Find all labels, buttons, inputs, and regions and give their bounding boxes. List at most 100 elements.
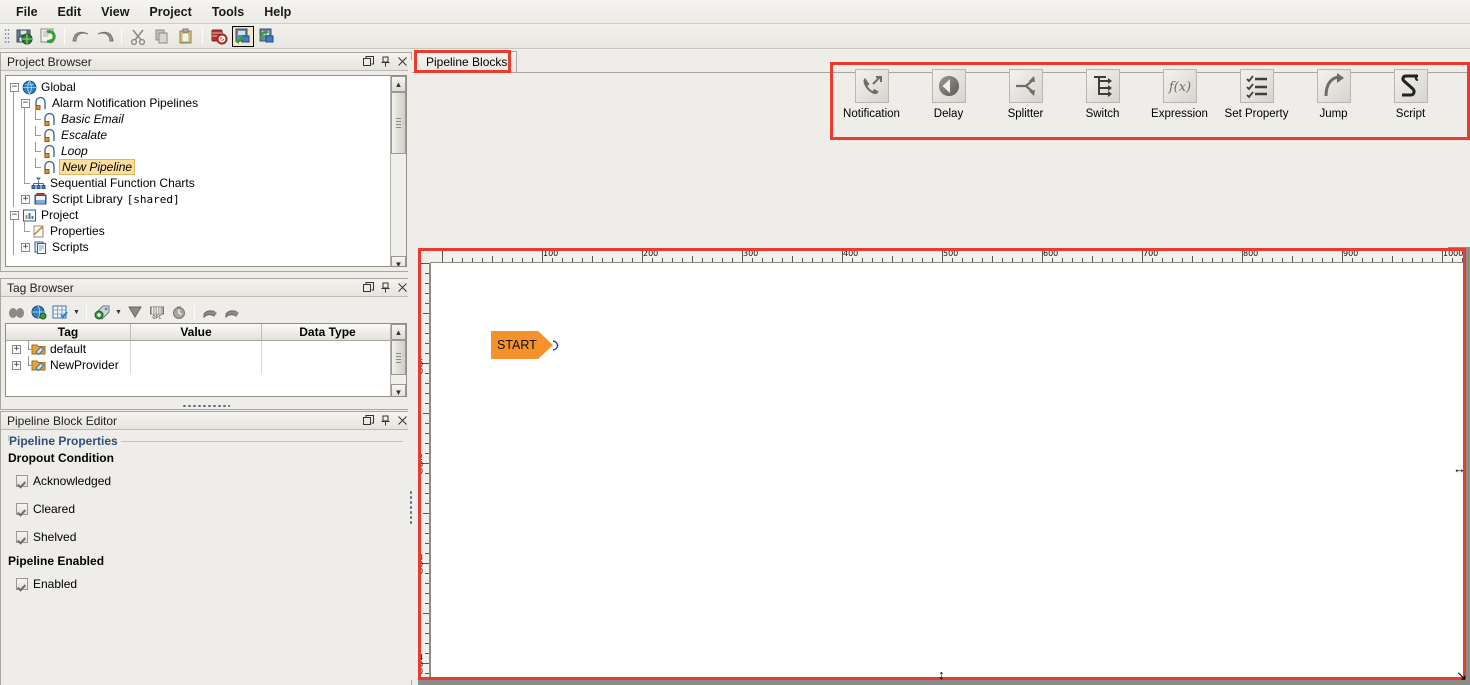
checkbox-row-enabled[interactable]: Enabled: [16, 577, 77, 591]
save-icon[interactable]: [13, 26, 35, 47]
dock-splitter[interactable]: [408, 60, 414, 680]
dropdown-caret-2-icon[interactable]: ▼: [113, 302, 124, 322]
ruler-tick: [1452, 258, 1453, 262]
new-expression-tag-icon[interactable]: [168, 302, 190, 322]
project-browser-tree-area[interactable]: − Global − Alarm Notification Pipelines: [5, 75, 407, 267]
canvas-board[interactable]: START: [430, 263, 1465, 680]
diagram-block-start[interactable]: START: [491, 331, 561, 359]
corner-resize-handle[interactable]: ↘: [1456, 669, 1467, 682]
menu-item-project[interactable]: Project: [139, 2, 201, 22]
publish-gateway-icon[interactable]: [232, 26, 254, 47]
scroll-down-arrow-icon[interactable]: ▼: [391, 256, 406, 267]
tag-provider-icon[interactable]: [27, 302, 49, 322]
tree-item-properties[interactable]: Properties: [8, 223, 406, 239]
scroll-down-arrow-icon[interactable]: ▼: [391, 384, 406, 397]
dropdown-caret-1-icon[interactable]: ▼: [71, 302, 82, 322]
pin-icon[interactable]: [377, 54, 394, 70]
tree-item-escalate[interactable]: Escalate: [8, 127, 406, 143]
start-block-shape[interactable]: START: [491, 331, 553, 359]
scroll-up-arrow-icon[interactable]: ▲: [391, 324, 406, 340]
pin-icon[interactable]: [377, 280, 394, 296]
cut-icon[interactable]: [127, 26, 149, 47]
column-header-value[interactable]: Value: [131, 324, 262, 340]
project-browser-scrollbar[interactable]: ▲ ▼: [390, 76, 406, 266]
palette-item-notification[interactable]: Notification: [833, 65, 910, 133]
tree-item-global[interactable]: − Global: [8, 79, 406, 95]
column-header-data-type[interactable]: Data Type: [262, 324, 393, 340]
checkbox-shelved[interactable]: [16, 531, 28, 543]
palette-item-splitter[interactable]: Splitter: [987, 65, 1064, 133]
palette-item-switch[interactable]: Switch: [1064, 65, 1141, 133]
redo-icon[interactable]: [94, 26, 116, 47]
tree-item-script-library[interactable]: + Script Library [shared]: [8, 191, 406, 207]
column-header-tag[interactable]: Tag: [6, 324, 131, 340]
menu-item-file[interactable]: File: [6, 2, 48, 22]
palette-item-delay[interactable]: Delay: [910, 65, 987, 133]
pin-icon[interactable]: [377, 413, 394, 429]
tree-item-scripts[interactable]: + Scripts: [8, 239, 406, 255]
menu-item-view[interactable]: View: [91, 2, 139, 22]
checkbox-acknowledged[interactable]: [16, 475, 28, 487]
float-icon[interactable]: [360, 280, 377, 296]
expander-alarm-notification-pipelines[interactable]: −: [19, 97, 32, 110]
checkbox-row-acknowledged[interactable]: Acknowledged: [16, 474, 111, 488]
checkbox-cleared[interactable]: [16, 503, 28, 515]
tree-item-loop[interactable]: Loop: [8, 143, 406, 159]
vertical-resize-handle[interactable]: ↕: [938, 668, 945, 681]
splitter-grip[interactable]: [409, 490, 413, 524]
palette-item-set-property[interactable]: Set Property: [1218, 65, 1295, 133]
table-row[interactable]: + default: [6, 341, 406, 357]
menu-item-edit[interactable]: Edit: [48, 2, 92, 22]
horizontal-resize-handle[interactable]: ↔: [1453, 462, 1466, 475]
tree-item-basic-email[interactable]: Basic Email: [8, 111, 406, 127]
pipeline-block-editor-panel: Pipeline Block Editor Pipeline Propertie…: [0, 411, 412, 685]
tag-browser-scrollbar[interactable]: ▲ ▼: [390, 324, 406, 396]
export-tags-icon[interactable]: [221, 302, 243, 322]
scroll-up-arrow-icon[interactable]: ▲: [391, 76, 406, 92]
float-icon[interactable]: [360, 54, 377, 70]
panel-resize-grip[interactable]: [182, 404, 230, 408]
expander-script-library[interactable]: +: [19, 193, 32, 206]
new-memory-tag-icon[interactable]: [124, 302, 146, 322]
copy-icon[interactable]: [151, 26, 173, 47]
tree-item-project[interactable]: − Project: [8, 207, 406, 223]
checkbox-row-cleared[interactable]: Cleared: [16, 502, 75, 516]
paste-icon[interactable]: [175, 26, 197, 47]
tree-item-alarm-notification-pipelines[interactable]: − Alarm Notification Pipelines: [8, 95, 406, 111]
expander-newprovider[interactable]: +: [10, 359, 23, 372]
refresh-gateway-icon[interactable]: [256, 26, 278, 47]
scroll-thumb[interactable]: [391, 340, 406, 375]
checkbox-row-shelved[interactable]: Shelved: [16, 530, 76, 544]
palette-item-expression[interactable]: f(x) Expression: [1141, 65, 1218, 133]
new-opc-tag-icon[interactable]: OPC: [146, 302, 168, 322]
menu-item-help[interactable]: Help: [254, 2, 301, 22]
tree-item-sequential-function-charts[interactable]: Sequential Function Charts: [8, 175, 406, 191]
tag-browser-table[interactable]: Tag Value Data Type + default: [5, 323, 407, 397]
disconnect-gateway-icon[interactable]: [208, 26, 230, 47]
expander-scripts[interactable]: +: [19, 241, 32, 254]
expander-global[interactable]: −: [8, 81, 21, 94]
palette-item-jump[interactable]: Jump: [1295, 65, 1372, 133]
table-row[interactable]: + NewProvider: [6, 357, 406, 373]
expander-project[interactable]: −: [8, 209, 21, 222]
start-block-connector-icon[interactable]: [552, 340, 561, 351]
undo-icon[interactable]: [70, 26, 92, 47]
edit-tags-icon[interactable]: [49, 302, 71, 322]
checkbox-enabled[interactable]: [16, 578, 28, 590]
scroll-track[interactable]: [391, 375, 406, 384]
palette-item-script[interactable]: Script: [1372, 65, 1449, 133]
tree-item-new-pipeline[interactable]: New Pipeline: [8, 159, 406, 175]
scroll-track[interactable]: [391, 154, 406, 256]
import-tags-icon[interactable]: [199, 302, 221, 322]
toolbar-grip[interactable]: [4, 28, 10, 44]
tab-pipeline-blocks[interactable]: Pipeline Blocks: [416, 51, 517, 72]
scroll-thumb[interactable]: [391, 92, 406, 154]
pipeline-canvas[interactable]: 1002003004005006007008009001000 10020030…: [418, 250, 1465, 680]
expander-default[interactable]: +: [10, 343, 23, 356]
float-icon[interactable]: [360, 413, 377, 429]
ruler-tick: [1372, 258, 1373, 262]
new-tag-icon[interactable]: [91, 302, 113, 322]
browse-tags-icon[interactable]: [5, 302, 27, 322]
menu-item-tools[interactable]: Tools: [202, 2, 254, 22]
refresh-icon[interactable]: [37, 26, 59, 47]
